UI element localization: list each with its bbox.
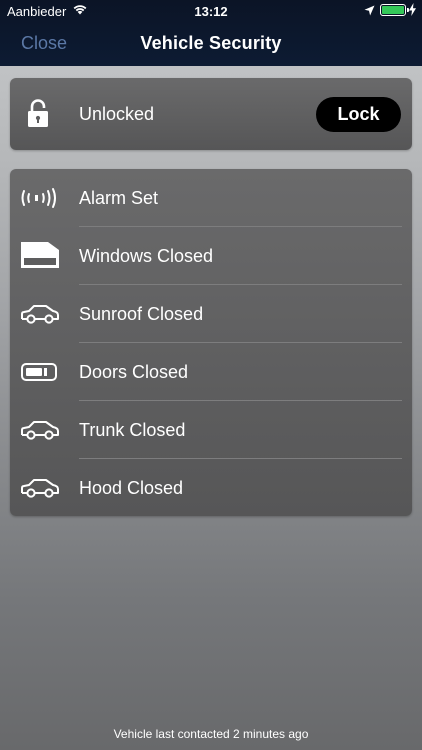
list-item-windows: Windows Closed: [10, 227, 412, 285]
page-title: Vehicle Security: [140, 33, 282, 53]
list-item-sunroof: Sunroof Closed: [10, 285, 412, 343]
location-arrow-icon: [364, 4, 375, 19]
alarm-status-label: Alarm Set: [79, 188, 159, 208]
hood-status-label: Hood Closed: [79, 478, 184, 498]
doors-status-label: Doors Closed: [79, 362, 189, 382]
car-icon: [20, 302, 60, 326]
clock-time: 13:12: [194, 4, 228, 19]
status-bar: Aanbieder 13:12: [0, 0, 422, 22]
windows-status-label: Windows Closed: [79, 246, 214, 266]
sunroof-status-label: Sunroof Closed: [79, 304, 204, 324]
battery-fill: [382, 6, 404, 14]
list-item-hood: Hood Closed: [10, 459, 412, 517]
car-icon: [20, 418, 60, 442]
trunk-status-label: Trunk Closed: [79, 420, 186, 440]
car-icon: [20, 476, 60, 500]
charging-bolt-icon: [409, 3, 416, 19]
lock-button[interactable]: Lock: [316, 97, 401, 132]
door-icon: [20, 360, 60, 384]
windows-icon: [20, 242, 60, 268]
list-item-trunk: Trunk Closed: [10, 401, 412, 459]
vehicle-status-list: Alarm Set Windows Closed Sunroof Closed: [10, 169, 412, 516]
list-item-doors: Doors Closed: [10, 343, 412, 401]
alarm-icon: [20, 186, 60, 210]
unlocked-padlock-icon: [27, 98, 49, 133]
battery-icon: [380, 4, 409, 16]
navigation-header: Aanbieder 13:12 Close Vehicle Security: [0, 0, 422, 66]
lock-status-card: Unlocked Lock: [10, 78, 412, 150]
lock-status-label: Unlocked: [79, 104, 155, 124]
last-contacted-text: Vehicle last contacted 2 minutes ago: [113, 727, 309, 741]
list-item-alarm: Alarm Set: [10, 169, 412, 227]
